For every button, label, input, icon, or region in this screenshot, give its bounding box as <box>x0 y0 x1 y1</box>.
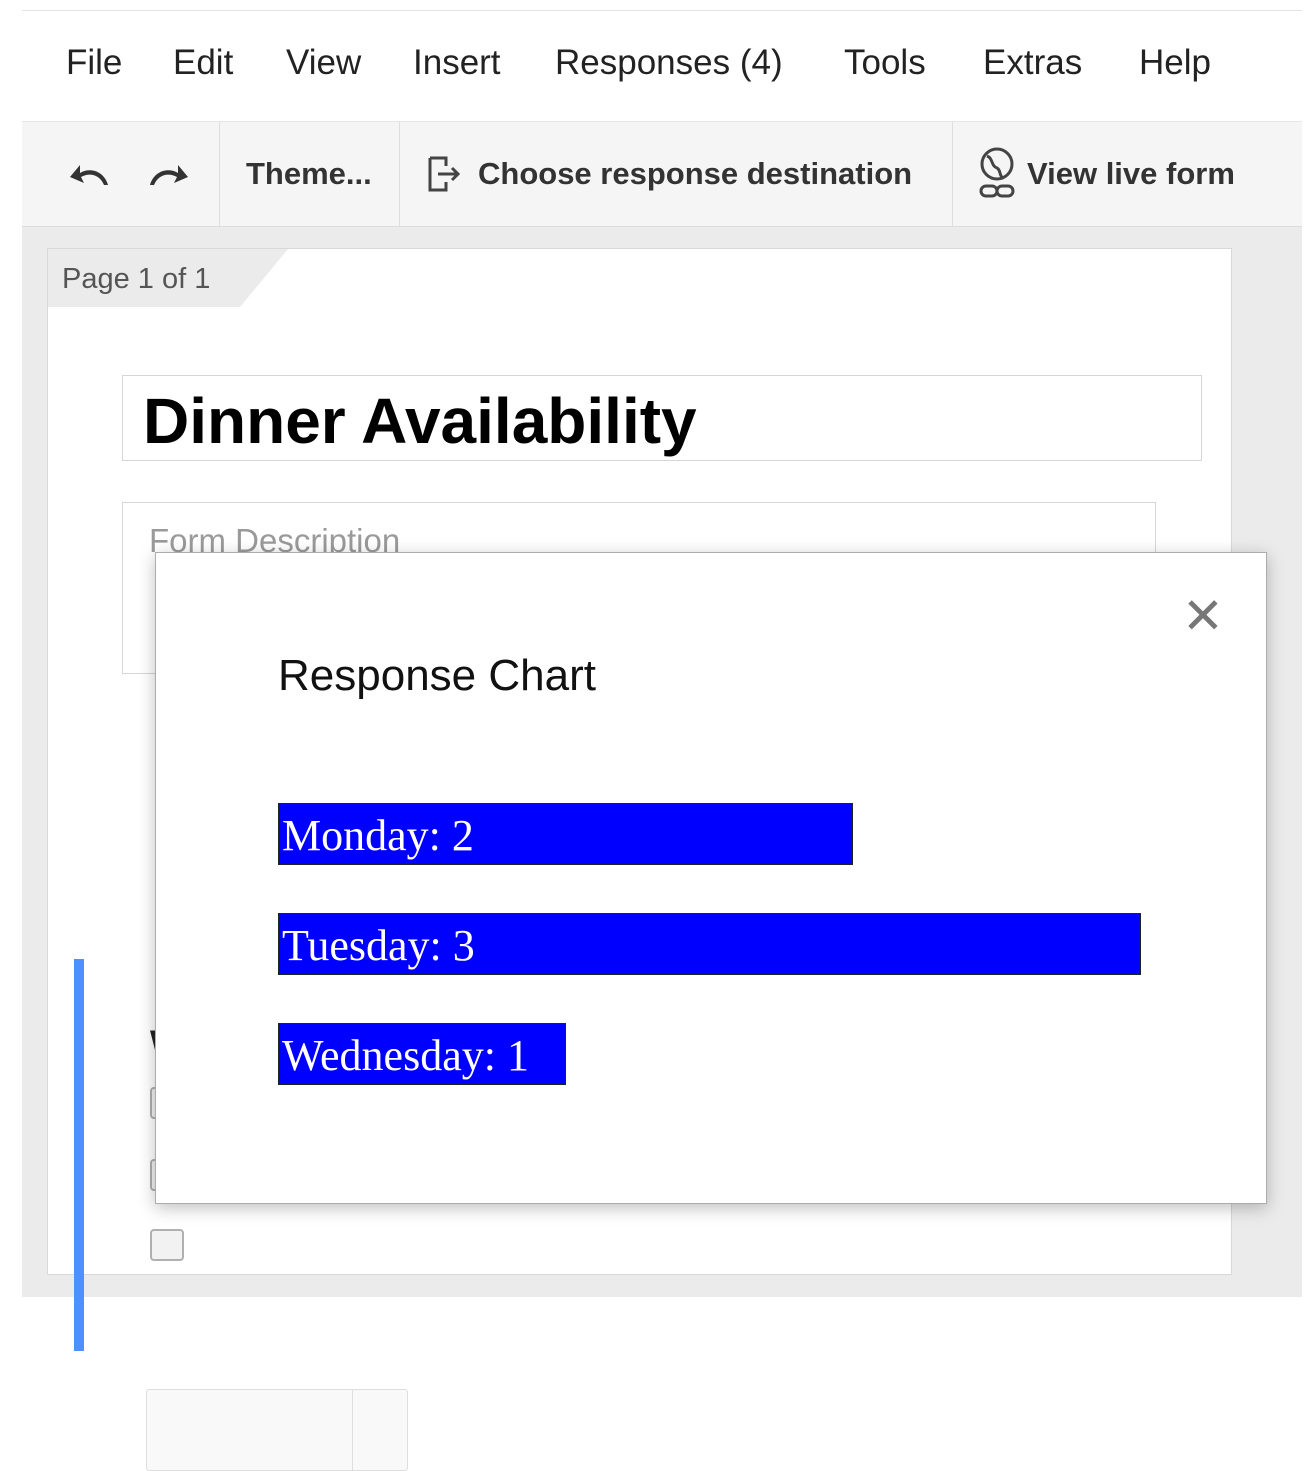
form-title-field[interactable]: Dinner Availability <box>122 375 1202 461</box>
theme-button[interactable]: Theme... <box>246 152 372 196</box>
theme-label: Theme... <box>246 156 372 191</box>
dialog-title: Response Chart <box>278 651 596 700</box>
page-indicator: Page 1 of 1 <box>62 263 211 295</box>
choose-response-destination-button[interactable]: Choose response destination <box>426 152 912 196</box>
active-question-indicator <box>74 959 84 1351</box>
export-icon <box>428 156 461 192</box>
response-chart-dialog: ✕ Response Chart Monday: 2 Tuesday: 3 Wedn… <box>155 552 1267 1204</box>
chart-bar-label: Monday: 2 <box>282 811 474 860</box>
menu-tools[interactable]: Tools <box>844 43 926 83</box>
option-checkbox[interactable] <box>150 1229 184 1261</box>
menu-edit[interactable]: Edit <box>173 43 233 83</box>
button-divider <box>352 1390 353 1470</box>
menu-responses[interactable]: Responses (4) <box>555 43 783 83</box>
redo-button[interactable] <box>144 152 190 196</box>
menu-insert[interactable]: Insert <box>413 43 501 83</box>
globe-link-icon <box>979 147 1015 198</box>
chart-bar-label: Wednesday: 1 <box>282 1031 529 1080</box>
chart-bar-tuesday: Tuesday: 3 <box>278 913 1141 975</box>
view-live-form-button[interactable]: View live form <box>975 146 1235 202</box>
menu-file[interactable]: File <box>66 43 122 83</box>
chart-bar-label: Tuesday: 3 <box>282 921 475 970</box>
menu-extras[interactable]: Extras <box>983 43 1082 83</box>
toolbar-separator <box>399 122 400 226</box>
undo-button[interactable] <box>68 152 114 196</box>
view-live-label: View live form <box>1027 156 1235 191</box>
toolbar-separator <box>219 122 220 226</box>
toolbar: Theme... Choose response destination Vie… <box>22 122 1302 227</box>
destination-label: Choose response destination <box>478 156 913 191</box>
chart-bar-wednesday: Wednesday: 1 <box>278 1023 566 1085</box>
form-title: Dinner Availability <box>143 385 697 457</box>
add-item-button[interactable] <box>146 1389 408 1471</box>
response-bar-chart: Monday: 2 Tuesday: 3 Wednesday: 1 <box>278 803 1178 1093</box>
toolbar-separator <box>952 122 953 226</box>
menu-bar: File Edit View Insert Responses (4) Tool… <box>22 11 1302 122</box>
redo-icon <box>150 165 188 185</box>
menu-help[interactable]: Help <box>1139 43 1211 83</box>
chart-bar-monday: Monday: 2 <box>278 803 853 865</box>
menu-view[interactable]: View <box>286 43 361 83</box>
undo-icon <box>70 165 108 185</box>
close-icon[interactable]: ✕ <box>1180 591 1226 641</box>
